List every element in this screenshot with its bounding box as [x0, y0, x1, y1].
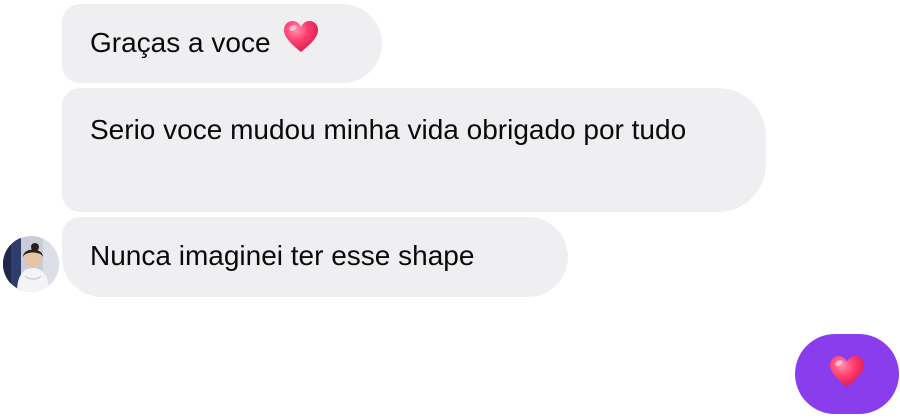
message-bubble-received[interactable]: Nunca imaginei ter esse shape: [62, 217, 568, 297]
heart-emoji-icon: [829, 355, 865, 394]
message-text: Nunca imaginei ter esse shape: [90, 240, 475, 271]
message-text: Graças a voce: [90, 27, 271, 58]
message-bubble-received[interactable]: Serio voce mudou minha vida obrigado por…: [62, 88, 766, 212]
message-bubble-sent[interactable]: [795, 334, 899, 414]
message-bubble-received[interactable]: Graças a voce: [62, 4, 382, 83]
contact-avatar[interactable]: [3, 236, 59, 292]
heart-emoji-icon: [283, 20, 319, 63]
message-text: Serio voce mudou minha vida obrigado por…: [90, 114, 687, 145]
